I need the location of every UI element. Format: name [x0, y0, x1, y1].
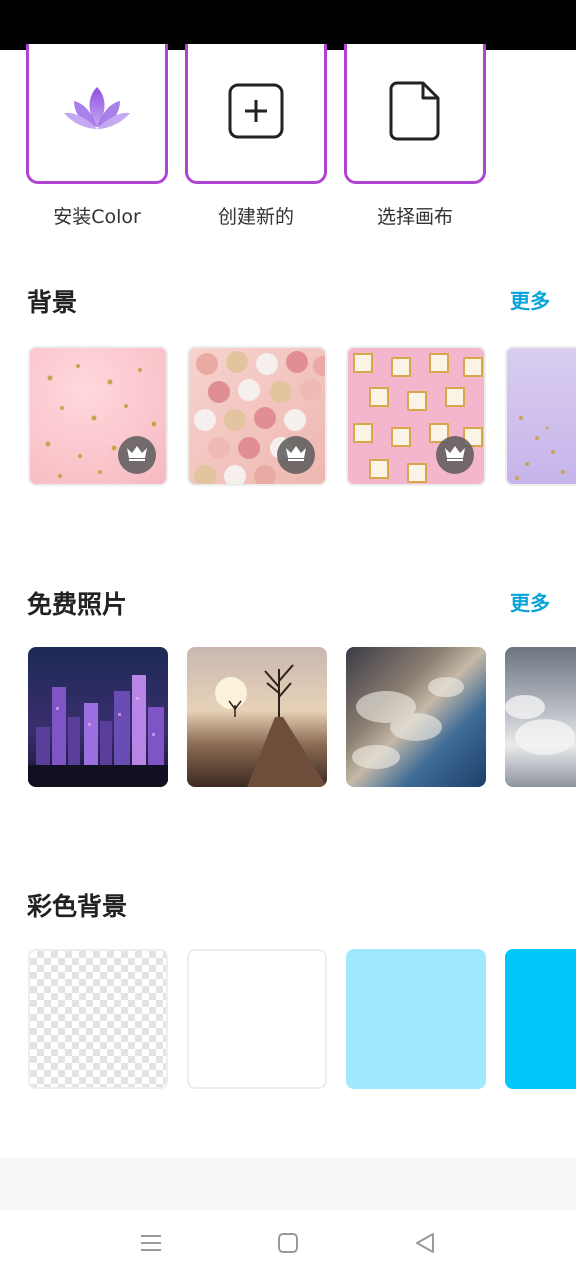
choose-canvas-card[interactable] — [344, 44, 486, 184]
colors-section-title: 彩色背景 — [27, 892, 128, 921]
backgrounds-section-title: 背景 — [27, 288, 78, 317]
crown-icon — [285, 444, 307, 466]
lotus-icon — [62, 81, 132, 145]
photos-section-title: 免费照片 — [27, 590, 128, 619]
background-tile[interactable] — [187, 346, 327, 486]
create-new-card[interactable] — [185, 44, 327, 184]
system-nav-bar — [0, 1210, 576, 1280]
premium-badge — [277, 436, 315, 474]
road-tree-scene — [215, 664, 327, 787]
menu-button[interactable] — [136, 1230, 166, 1260]
confetti-pattern — [515, 416, 565, 480]
backgrounds-more-link[interactable]: 更多 — [510, 285, 550, 314]
choose-canvas-label: 选择画布 — [376, 206, 453, 228]
clouds-scene — [352, 677, 464, 769]
background-tile[interactable] — [28, 346, 168, 486]
plus-square-icon — [227, 82, 285, 144]
install-color-label: 安装Color — [53, 206, 141, 228]
premium-badge — [118, 436, 156, 474]
photo-tile-road[interactable] — [187, 647, 327, 787]
color-swatch-blue[interactable] — [505, 949, 576, 1089]
status-bar — [0, 0, 576, 50]
photos-more-link[interactable]: 更多 — [510, 587, 550, 616]
back-button[interactable] — [410, 1230, 440, 1260]
background-tile[interactable] — [346, 346, 486, 486]
photo-tile-city[interactable] — [28, 647, 168, 787]
document-icon — [389, 80, 441, 146]
photo-tile-sky[interactable] — [505, 647, 576, 787]
color-swatch-white[interactable] — [187, 949, 327, 1089]
home-icon — [277, 1232, 299, 1258]
sky-clouds-scene — [505, 695, 575, 755]
home-button[interactable] — [273, 1230, 303, 1260]
background-tile[interactable] — [505, 346, 576, 486]
crown-icon — [126, 444, 148, 466]
create-new-label: 创建新的 — [217, 206, 294, 228]
menu-icon — [140, 1233, 162, 1257]
city-skyline — [28, 675, 168, 787]
color-swatch-transparent[interactable] — [28, 949, 168, 1089]
install-color-card[interactable] — [26, 44, 168, 184]
footer-band — [0, 1158, 576, 1210]
crown-icon — [444, 444, 466, 466]
color-swatch-light-blue[interactable] — [346, 949, 486, 1089]
back-icon — [414, 1232, 436, 1258]
premium-badge — [436, 436, 474, 474]
photo-tile-clouds[interactable] — [346, 647, 486, 787]
